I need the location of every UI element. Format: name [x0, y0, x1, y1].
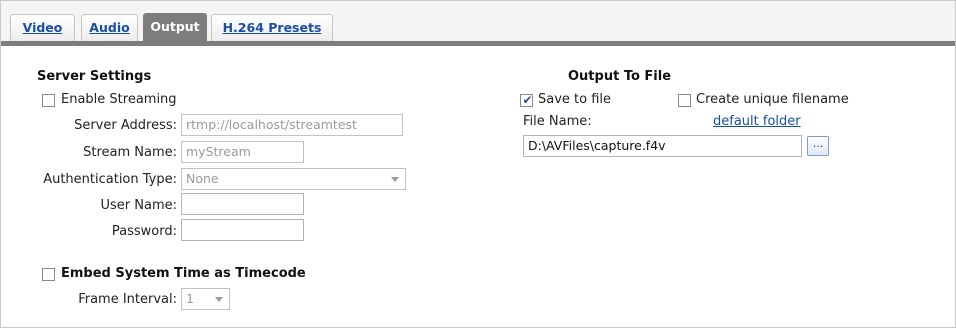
embed-timecode-label: Embed System Time as Timecode [61, 266, 306, 281]
chevron-down-icon [391, 177, 399, 182]
file-name-label: File Name: [523, 114, 592, 129]
tab-content: Server Settings Enable Streaming Server … [1, 51, 955, 327]
frame-interval-value: 1 [186, 291, 194, 306]
server-address-input[interactable]: rtmp://localhost/streamtest [181, 114, 403, 136]
default-folder-link[interactable]: default folder [713, 114, 801, 129]
output-to-file-heading: Output To File [568, 69, 672, 84]
authentication-type-value: None [186, 171, 219, 186]
create-unique-filename-label: Create unique filename [696, 92, 849, 107]
user-name-label: User Name: [100, 198, 178, 213]
authentication-type-select[interactable]: None [181, 168, 406, 190]
tab-video[interactable]: Video [10, 14, 75, 41]
tab-h264-presets[interactable]: H.264 Presets [211, 14, 333, 41]
save-to-file-checkbox[interactable]: ✔ [520, 93, 533, 107]
browse-button[interactable]: ... [807, 136, 829, 156]
chevron-down-icon [215, 297, 223, 302]
file-path-input[interactable]: D:\AVFiles\capture.f4v [523, 135, 802, 157]
stream-name-label: Stream Name: [83, 145, 177, 160]
save-to-file-label: Save to file [538, 92, 612, 107]
server-address-label: Server Address: [74, 118, 177, 133]
frame-interval-select[interactable]: 1 [181, 288, 230, 310]
password-input[interactable] [181, 219, 304, 241]
enable-streaming-checkbox[interactable] [42, 94, 55, 107]
check-icon: ✔ [522, 93, 533, 107]
frame-interval-label: Frame Interval: [78, 292, 177, 307]
stream-name-input[interactable]: myStream [181, 141, 304, 163]
enable-streaming-label: Enable Streaming [61, 92, 177, 107]
output-settings-panel: Video Audio Output H.264 Presets Server … [0, 0, 956, 328]
embed-timecode-checkbox[interactable] [42, 268, 55, 281]
tab-audio[interactable]: Audio [81, 14, 138, 41]
user-name-input[interactable] [181, 193, 304, 215]
tab-bar: Video Audio Output H.264 Presets [1, 1, 955, 46]
password-label: Password: [111, 224, 177, 239]
authentication-type-label: Authentication Type: [43, 172, 177, 187]
tab-output[interactable]: Output [143, 13, 207, 41]
create-unique-filename-checkbox[interactable] [678, 94, 691, 107]
server-settings-heading: Server Settings [37, 69, 152, 84]
